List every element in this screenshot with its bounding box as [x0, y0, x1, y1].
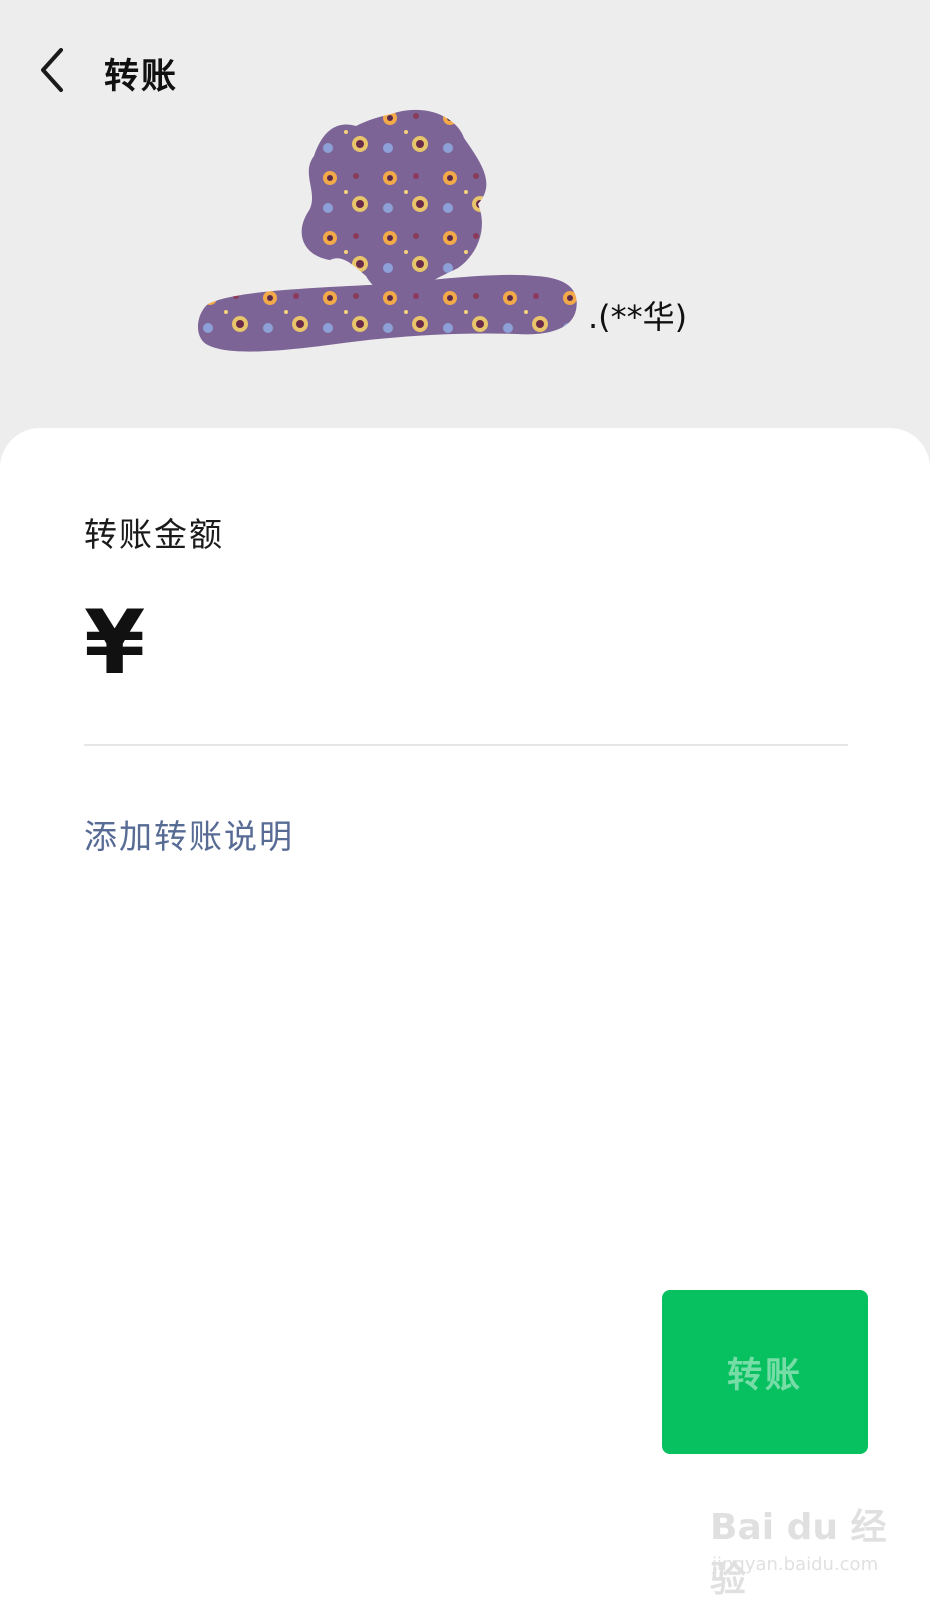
- recipient-name: .(**华): [588, 292, 687, 338]
- transfer-card: 转账金额 ¥ 添加转账说明 转账 Bai du 经验 jingyan.baidu…: [0, 428, 930, 1600]
- amount-row: ¥: [84, 588, 848, 698]
- currency-symbol: ¥: [84, 591, 146, 694]
- recipient-name-dots: .: [588, 298, 599, 336]
- watermark-brand: Bai du 经验: [710, 1507, 887, 1600]
- back-button[interactable]: [28, 42, 76, 98]
- redaction-scribble: [197, 109, 577, 352]
- transfer-page: 转账 .(**华) 转账金额 ¥ 添加转账说明 转账 Bai du 经验 jin…: [0, 0, 930, 1600]
- watermark: Bai du 经验 jingyan.baidu.com: [710, 1498, 890, 1600]
- amount-label: 转账金额: [84, 515, 224, 554]
- recipient-name-suffix: (**华): [598, 298, 688, 336]
- chevron-left-icon: [41, 48, 63, 92]
- add-note-link[interactable]: 添加转账说明: [84, 810, 294, 858]
- watermark-url: jingyan.baidu.com: [712, 1554, 879, 1575]
- transfer-button-label: 转账: [726, 1355, 803, 1396]
- page-title: 转账: [104, 57, 179, 97]
- transfer-button[interactable]: 转账: [662, 1290, 868, 1454]
- amount-input[interactable]: [162, 602, 846, 686]
- amount-divider: [84, 744, 848, 746]
